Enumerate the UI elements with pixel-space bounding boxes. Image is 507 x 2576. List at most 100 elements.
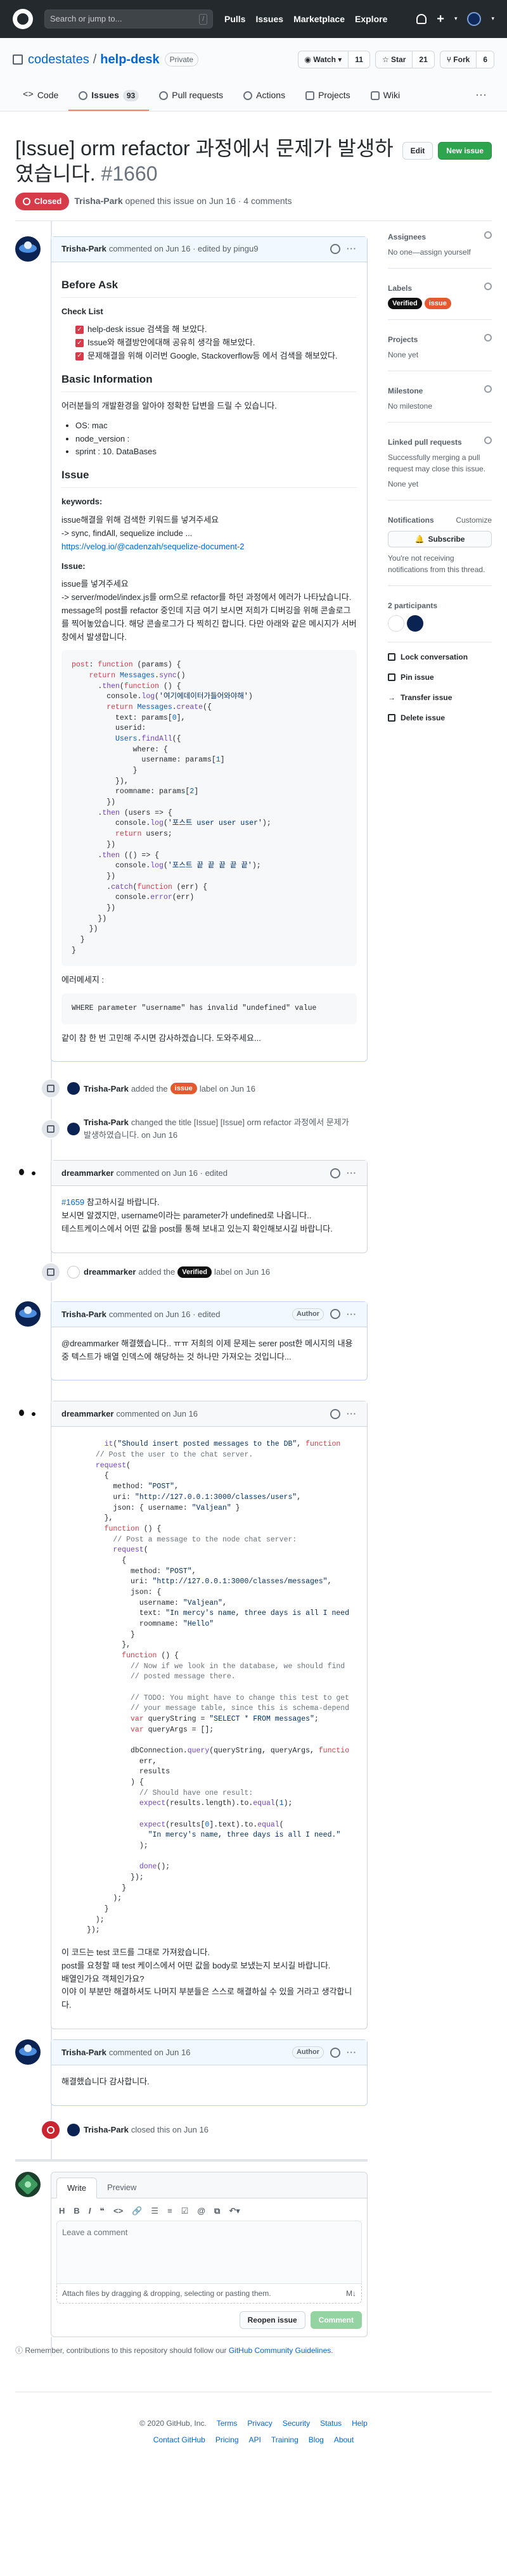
comment-button[interactable]: Comment [310, 2311, 362, 2330]
watch-button[interactable]: ◉ Watch ▾ 11 [297, 51, 370, 68]
footer-link[interactable]: Privacy [247, 2418, 272, 2429]
footer-link[interactable]: API [249, 2434, 261, 2445]
footer-link[interactable]: About [334, 2434, 354, 2445]
fork-count[interactable]: 6 [477, 51, 494, 68]
mention-icon[interactable]: @ [197, 2205, 205, 2217]
issue-author-link[interactable]: Trisha-Park [74, 194, 122, 208]
fork-button[interactable]: ⑂ Fork 6 [439, 51, 494, 68]
search-input[interactable]: Search or jump to... / [44, 10, 213, 29]
comment-author[interactable]: Trisha-Park [61, 243, 106, 255]
tab-preview[interactable]: Preview [97, 2177, 146, 2198]
tab-wiki[interactable]: Wiki [361, 82, 410, 111]
footer-link[interactable]: Blog [309, 2434, 324, 2445]
comment-author[interactable]: Trisha-Park [61, 1308, 106, 1321]
tab-actions[interactable]: Actions [233, 82, 295, 111]
comment-textarea[interactable]: Leave a comment [56, 2221, 362, 2285]
footer-link[interactable]: Training [271, 2434, 298, 2445]
nav-marketplace[interactable]: Marketplace [293, 13, 345, 26]
kebab-menu-icon[interactable]: ··· [347, 2046, 357, 2059]
event-actor[interactable]: Trisha-Park [84, 1118, 129, 1127]
footer-link[interactable]: Contact GitHub [153, 2434, 205, 2445]
event-actor[interactable]: Trisha-Park [84, 1083, 129, 1095]
avatar[interactable] [15, 2039, 41, 2065]
tab-projects[interactable]: Projects [295, 82, 361, 111]
numbered-list-icon[interactable]: ≡ [167, 2205, 172, 2217]
reference-icon[interactable]: ⧉ [214, 2205, 220, 2217]
user-avatar[interactable] [467, 12, 482, 26]
avatar[interactable] [15, 2171, 41, 2197]
tab-pull-requests[interactable]: Pull requests [149, 82, 233, 111]
label-verified-badge[interactable]: Verified [388, 297, 422, 309]
quote-icon[interactable]: ❝ [99, 2205, 105, 2217]
github-logo-icon[interactable] [13, 9, 33, 29]
footer-link[interactable]: Pricing [215, 2434, 239, 2445]
checkbox-checked-icon[interactable]: ✓ [75, 339, 84, 348]
nav-issues[interactable]: Issues [255, 13, 283, 26]
footer-link[interactable]: Help [352, 2418, 368, 2429]
task-list-icon[interactable]: ☑ [181, 2205, 189, 2217]
bold-icon[interactable]: B [74, 2205, 79, 2217]
tab-code[interactable]: <> Code [13, 82, 68, 111]
link-icon[interactable]: 🔗 [132, 2205, 142, 2217]
pin-issue-action[interactable]: Pin issue [388, 672, 492, 683]
italic-icon[interactable]: I [89, 2205, 91, 2217]
nav-explore[interactable]: Explore [355, 13, 387, 26]
gear-icon[interactable] [484, 282, 492, 290]
reply-icon[interactable]: ↶▾ [229, 2205, 240, 2217]
code-icon[interactable]: <> [113, 2205, 123, 2217]
plus-icon[interactable]: + [437, 13, 444, 25]
repo-name-link[interactable]: help-desk [100, 50, 159, 69]
smiley-icon[interactable] [330, 244, 340, 254]
reference-link[interactable]: https://velog.io/@cadenzah/sequelize-doc… [61, 542, 245, 551]
edit-title-button[interactable]: Edit [402, 142, 433, 160]
star-count[interactable]: 21 [413, 51, 434, 68]
more-tabs-icon[interactable]: ··· [468, 82, 494, 111]
participant-avatar[interactable] [388, 615, 404, 632]
footer-link[interactable]: Security [283, 2418, 310, 2429]
avatar[interactable] [67, 1122, 80, 1135]
footer-link[interactable]: Status [320, 2418, 342, 2429]
smiley-icon[interactable] [330, 1168, 340, 1178]
label-issue-badge[interactable]: issue [170, 1083, 197, 1095]
event-actor[interactable]: Trisha-Park [84, 2124, 129, 2136]
comment-author[interactable]: Trisha-Park [61, 2046, 106, 2059]
avatar[interactable] [15, 1160, 41, 1186]
repo-owner-link[interactable]: codestates [28, 50, 89, 69]
kebab-menu-icon[interactable]: ··· [347, 1167, 357, 1180]
kebab-menu-icon[interactable]: ··· [347, 243, 357, 255]
smiley-icon[interactable] [330, 1309, 340, 1320]
subscribe-button[interactable]: 🔔 Subscribe [388, 530, 492, 547]
gear-icon[interactable] [484, 436, 492, 444]
comment-author[interactable]: dreammarker [61, 1408, 113, 1420]
reopen-issue-button[interactable]: Reopen issue [239, 2311, 305, 2330]
transfer-issue-action[interactable]: → Transfer issue [388, 692, 492, 703]
smiley-icon[interactable] [330, 1408, 340, 1419]
customize-link[interactable]: Customize [456, 514, 492, 526]
heading-icon[interactable]: H [59, 2205, 65, 2217]
gear-icon[interactable] [484, 333, 492, 341]
star-button[interactable]: ☆ Star 21 [375, 51, 435, 68]
label-verified-badge[interactable]: Verified [177, 1266, 212, 1278]
comment-author[interactable]: dreammarker [61, 1167, 113, 1180]
attach-files-area[interactable]: Attach files by dragging & dropping, sel… [56, 2284, 362, 2304]
kebab-menu-icon[interactable]: ··· [347, 1308, 357, 1321]
gear-icon[interactable] [484, 385, 492, 393]
bell-icon[interactable] [416, 14, 427, 24]
avatar[interactable] [15, 1401, 41, 1427]
avatar[interactable] [15, 236, 41, 262]
footer-link[interactable]: Terms [217, 2418, 238, 2429]
nav-pulls[interactable]: Pulls [224, 13, 245, 26]
new-issue-button[interactable]: New issue [438, 142, 492, 160]
issue-reference-link[interactable]: #1659 [61, 1197, 84, 1207]
checkbox-checked-icon[interactable]: ✓ [75, 352, 84, 360]
event-actor[interactable]: dreammarker [84, 1266, 136, 1278]
delete-issue-action[interactable]: Delete issue [388, 712, 492, 724]
tab-issues[interactable]: Issues 93 [68, 82, 150, 111]
community-guidelines-link[interactable]: GitHub Community Guidelines [229, 2346, 331, 2355]
kebab-menu-icon[interactable]: ··· [347, 1408, 357, 1420]
avatar[interactable] [15, 1301, 41, 1327]
checkbox-checked-icon[interactable]: ✓ [75, 326, 84, 335]
avatar[interactable] [67, 1082, 80, 1095]
avatar[interactable] [67, 2123, 80, 2136]
tab-write[interactable]: Write [56, 2177, 98, 2198]
